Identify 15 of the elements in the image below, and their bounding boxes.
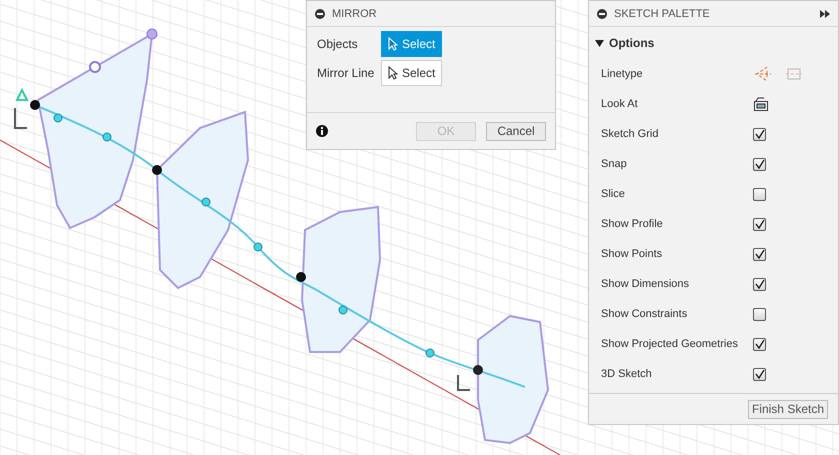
- option-label: Show Dimensions: [601, 278, 690, 290]
- field-label: Mirror Line: [317, 66, 376, 80]
- option-label: Show Points: [601, 248, 664, 260]
- dialog-title: MIRROR: [332, 8, 377, 20]
- option-label: Snap: [601, 158, 628, 170]
- option-label: Look At: [601, 98, 639, 110]
- option-label: Show Profile: [601, 218, 664, 230]
- option-label: Show Projected Geometries: [601, 338, 739, 350]
- palette-title: SKETCH PALETTE: [614, 8, 710, 20]
- option-label: Linetype: [601, 68, 644, 80]
- option-label: Slice: [601, 188, 626, 200]
- field-label: Objects: [317, 36, 359, 50]
- option-label: Sketch Grid: [601, 128, 660, 140]
- option-label: 3D Sketch: [601, 368, 653, 380]
- option-label: Show Constraints: [601, 308, 688, 320]
